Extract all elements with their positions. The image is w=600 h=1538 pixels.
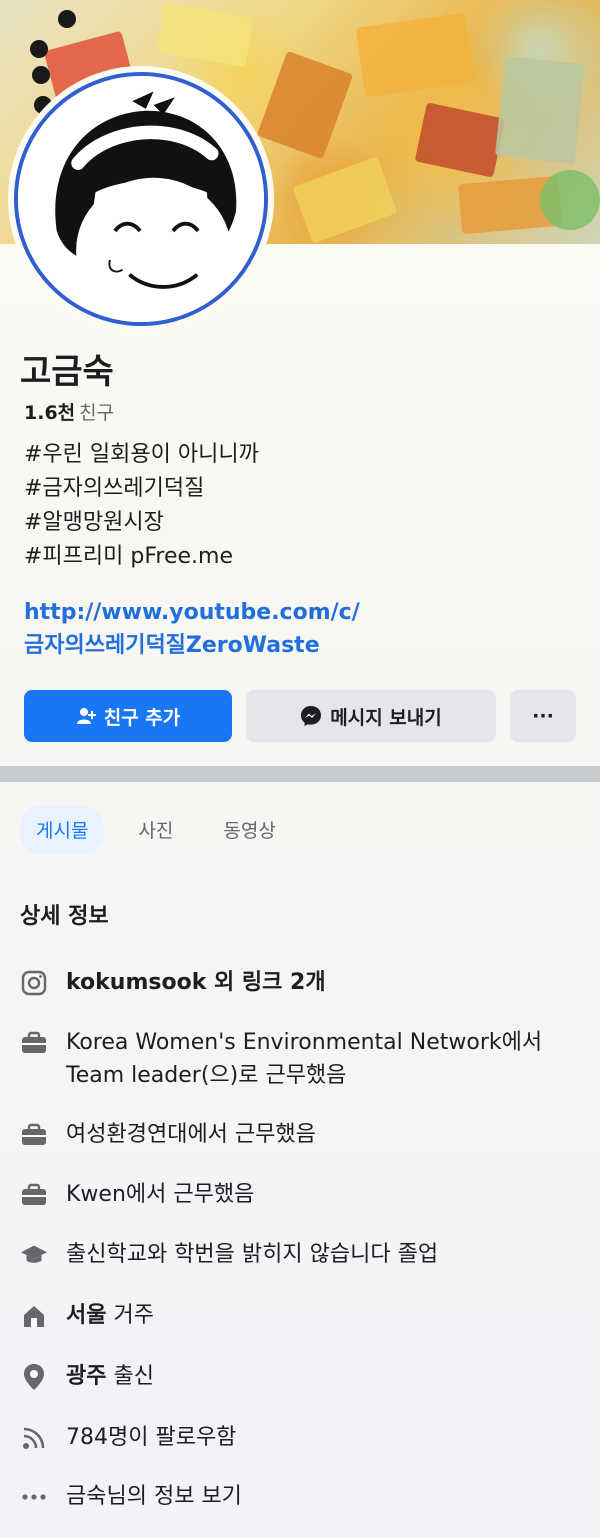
bio-line: #우린 일회용이 아니니까 — [24, 442, 259, 467]
more-options-button[interactable]: ··· — [510, 690, 576, 742]
rss-icon — [20, 1421, 48, 1454]
tab-videos[interactable]: 동영상 — [207, 806, 291, 854]
detail-work-womenlink: 여성환경연대에서 근무했음 — [20, 1118, 566, 1151]
location-pin-icon — [20, 1360, 48, 1393]
friends-count-value: 1.6천 — [24, 402, 76, 424]
detail-education: 출신학교와 학번을 밝히지 않습니다 졸업 — [20, 1238, 566, 1271]
instagram-icon — [20, 966, 48, 999]
add-friend-icon — [76, 708, 96, 724]
link-line-1: http://www.youtube.com/c/ — [24, 600, 360, 625]
send-message-button[interactable]: 메시지 보내기 — [246, 690, 496, 742]
from-label: 출신 — [113, 1364, 154, 1389]
lives-label: 거주 — [113, 1303, 154, 1328]
followers-text: 784명이 팔로우함 — [66, 1425, 237, 1450]
cover-dot — [58, 10, 76, 28]
add-friend-button[interactable]: 친구 추가 — [24, 690, 232, 742]
cover-dot — [30, 40, 48, 58]
work-text: Korea Women's Environmental Network에서 Te… — [66, 1030, 543, 1088]
bio-line: #금자의쓰레기덕질 — [24, 476, 205, 501]
detail-instagram[interactable]: kokumsook 외 링크 2개 — [20, 966, 566, 999]
detail-followers: 784명이 팔로우함 — [20, 1421, 566, 1454]
from-city: 광주 — [66, 1364, 107, 1389]
friends-count[interactable]: 1.6천 친구 — [24, 398, 114, 425]
youtube-link[interactable]: http://www.youtube.com/c/ 금자의쓰레기덕질ZeroWa… — [24, 596, 360, 662]
cover-collage-item — [540, 170, 600, 230]
home-icon — [20, 1299, 48, 1332]
see-more-text: 금숙님의 정보 보기 — [66, 1484, 242, 1509]
add-friend-label: 친구 추가 — [103, 706, 181, 729]
details-title: 상세 정보 — [20, 904, 109, 929]
cover-collage-item — [355, 12, 475, 98]
avatar[interactable] — [14, 72, 268, 326]
avatar-illustration — [18, 76, 264, 322]
bio: #우린 일회용이 아니니까 #금자의쓰레기덕질 #알맹망원시장 #피프리미 pF… — [24, 438, 259, 574]
cover-collage-item — [292, 156, 398, 244]
more-dots-icon: ··· — [532, 705, 554, 727]
messenger-icon — [301, 706, 322, 726]
briefcase-icon — [20, 1178, 48, 1211]
lives-city: 서울 — [66, 1303, 107, 1328]
profile-tabs: 게시물 사진 동영상 — [20, 806, 310, 854]
detail-from: 광주 출신 — [20, 1360, 566, 1393]
section-divider — [0, 766, 600, 782]
instagram-text: kokumsook 외 링크 2개 — [66, 970, 326, 995]
cover-collage-item — [414, 102, 506, 178]
bio-line: #알맹망원시장 — [24, 510, 164, 535]
link-line-2: 금자의쓰레기덕질ZeroWaste — [24, 633, 320, 658]
cover-collage-item — [494, 56, 586, 164]
tab-photos[interactable]: 사진 — [122, 806, 189, 854]
more-dots-icon — [20, 1480, 48, 1513]
detail-work-kwen: Kwen에서 근무했음 — [20, 1178, 566, 1211]
profile-name: 고금숙 — [20, 352, 114, 392]
cover-collage-item — [156, 2, 254, 68]
cover-collage-item — [256, 50, 354, 160]
work-text: Kwen에서 근무했음 — [66, 1182, 255, 1207]
tab-posts[interactable]: 게시물 — [20, 806, 105, 854]
detail-lives-in: 서울 거주 — [20, 1299, 566, 1332]
briefcase-icon — [20, 1118, 48, 1151]
see-more-info[interactable]: 금숙님의 정보 보기 — [20, 1480, 566, 1513]
graduation-cap-icon — [20, 1238, 48, 1271]
friends-label: 친구 — [79, 402, 115, 424]
briefcase-icon — [20, 1026, 48, 1059]
cover-dot — [32, 66, 50, 84]
detail-work-kwen-en: Korea Women's Environmental Network에서 Te… — [20, 1026, 566, 1092]
bio-line: #피프리미 pFree.me — [24, 544, 233, 569]
education-text: 출신학교와 학번을 밝히지 않습니다 졸업 — [66, 1242, 439, 1267]
send-message-label: 메시지 보내기 — [330, 706, 442, 729]
work-text: 여성환경연대에서 근무했음 — [66, 1122, 316, 1147]
